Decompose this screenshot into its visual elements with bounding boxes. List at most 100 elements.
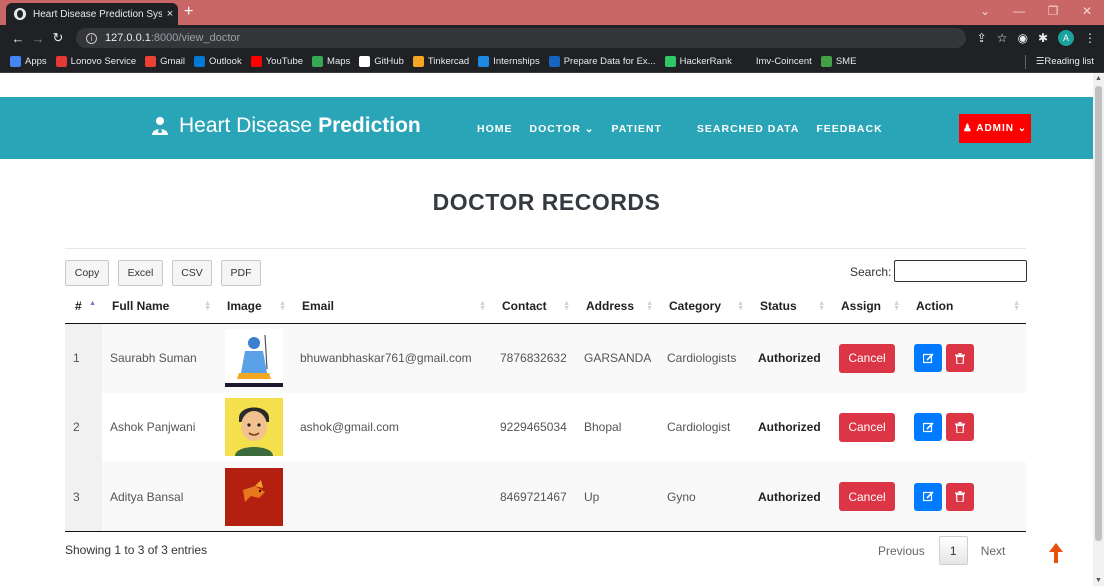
bookmarks-separator [1024, 54, 1026, 69]
col-image-header[interactable]: Image ▲ ▼ [217, 290, 292, 324]
close-window-icon[interactable]: ✕ [1070, 0, 1104, 25]
cell-address: Bhopal [584, 420, 622, 435]
search-input[interactable] [894, 260, 1027, 282]
site-brand[interactable]: Heart Disease Prediction [150, 114, 421, 138]
bookmark-favicon-icon [820, 56, 832, 67]
edit-button[interactable] [914, 344, 942, 372]
extensions-puzzle-icon[interactable]: ✱ [1038, 31, 1048, 45]
page-1-button[interactable]: 1 [938, 536, 968, 565]
copy-button[interactable]: Copy [65, 260, 109, 286]
minimize-icon[interactable]: — [1002, 0, 1036, 25]
url-input[interactable]: i 127.0.0.1:8000/view_doctor [76, 28, 966, 48]
table-row: 1 Saurabh Suman bhuwanbhaskar761@gmail.c… [65, 323, 1026, 393]
col-address-header[interactable]: Address ▲ ▼ [576, 290, 659, 324]
pagination: Previous 1 Next [878, 536, 1005, 565]
bookmark-favicon-icon [312, 56, 324, 67]
cancel-button[interactable]: Cancel [839, 482, 895, 511]
delete-button[interactable] [946, 344, 974, 372]
edit-button[interactable] [914, 482, 942, 511]
browser-menu-icon[interactable]: ⋮ [1084, 31, 1096, 45]
nav-feedback[interactable]: FEEDBACK [816, 123, 882, 135]
nav-patient[interactable]: PATIENT [612, 123, 662, 135]
tab-title: Heart Disease Prediction System [33, 8, 162, 20]
col-email-header[interactable]: Email ▲ ▼ [292, 290, 492, 324]
previous-page-button[interactable]: Previous [878, 544, 925, 558]
col-contact-header[interactable]: Contact ▲ ▼ [492, 290, 576, 324]
page-scrollbar[interactable]: ▲ ▼ [1093, 73, 1104, 586]
shiva-image [225, 329, 283, 387]
cell-full-name: Saurabh Suman [102, 323, 217, 393]
tab-close-icon[interactable]: × [162, 8, 178, 20]
col-fullname-header[interactable]: Full Name ▲ ▼ [102, 290, 217, 324]
bookmark-item[interactable]: Tinkercad [412, 56, 470, 67]
restore-icon[interactable]: ❐ [1036, 0, 1070, 25]
back-to-top-icon[interactable] [1049, 543, 1063, 568]
bookmark-favicon-icon [55, 56, 67, 67]
col-status-header[interactable]: Status ▲ ▼ [750, 290, 831, 324]
bookmarks-bar: Apps Lonovo Service Gmail Outlook YouTube Map… [0, 51, 1104, 73]
sort-icon: ▲ ▼ [1013, 300, 1020, 312]
bookmark-label: YouTube [265, 56, 304, 67]
next-page-button[interactable]: Next [981, 544, 1006, 558]
divider [65, 248, 1026, 249]
bookmark-item[interactable]: Maps [312, 56, 350, 67]
cell-status: Authorized [750, 323, 831, 393]
nav-doctor-dropdown[interactable]: DOCTOR ⌄ [530, 123, 595, 135]
bookmark-item[interactable]: Internships [478, 56, 540, 67]
delete-button[interactable] [946, 482, 974, 511]
bookmark-label: Tinkercad [427, 56, 470, 67]
new-tab-button[interactable]: + [184, 3, 193, 21]
bookmark-item[interactable]: YouTube [250, 56, 304, 67]
browser-tab[interactable]: Heart Disease Prediction System × [6, 3, 178, 25]
nav-home[interactable]: HOME [477, 123, 513, 135]
scrollbar-thumb[interactable] [1095, 86, 1102, 541]
bookmark-item[interactable]: Prepare Data for Ex... [548, 56, 656, 67]
bookmark-label: Apps [25, 56, 47, 67]
cancel-button[interactable]: Cancel [839, 412, 895, 442]
admin-dropdown-button[interactable]: ♟ ADMIN ⌄ [959, 114, 1031, 143]
nav-searched-data[interactable]: SEARCHED DATA [697, 123, 799, 135]
scroll-down-icon[interactable]: ▼ [1095, 577, 1102, 584]
reading-list-button[interactable]: ☰ Reading list [1036, 56, 1094, 67]
pdf-button[interactable]: PDF [221, 260, 261, 286]
sort-icon: ▲ ▼ [646, 300, 653, 312]
share-icon[interactable]: ⇪ [977, 31, 987, 45]
bookmark-item[interactable]: Lonovo Service [55, 56, 136, 67]
delete-button[interactable] [946, 413, 974, 442]
bookmark-label: GitHub [374, 56, 404, 67]
site-info-icon[interactable]: i [86, 32, 97, 44]
bookmark-item[interactable]: SME [820, 56, 856, 67]
col-number-header[interactable]: # ▲ [65, 290, 102, 324]
scroll-up-icon[interactable]: ▲ [1095, 75, 1102, 82]
bookmark-favicon-icon [478, 56, 490, 67]
csv-button[interactable]: CSV [172, 260, 212, 286]
back-icon[interactable]: ← [8, 31, 28, 46]
bookmark-item[interactable]: Apps [10, 56, 47, 67]
bookmark-star-icon[interactable]: ☆ [997, 31, 1008, 45]
col-action-header[interactable]: Action ▲ ▼ [906, 290, 1026, 324]
cancel-button[interactable]: Cancel [839, 343, 895, 373]
forward-icon[interactable]: → [28, 31, 48, 46]
page-content: Heart Disease Prediction HOME DOCTOR ⌄ P… [0, 73, 1093, 586]
tab-search-icon[interactable]: ⌄ [968, 0, 1002, 25]
cell-email: bhuwanbhaskar761@gmail.com [292, 323, 492, 393]
edit-icon [922, 491, 934, 502]
bookmark-item[interactable]: Imv-Coincent [740, 56, 812, 67]
bookmark-item[interactable]: Gmail [145, 56, 185, 67]
bookmark-item[interactable]: HackerRank [664, 56, 732, 67]
cell-address: Up [576, 462, 659, 532]
cell-number: 2 [65, 392, 102, 462]
table-row: 3 Aditya Bansal 8469721467 Up Gyno Autho… [65, 462, 1026, 532]
bookmark-item[interactable]: GitHub [359, 56, 404, 67]
col-assign-header[interactable]: Assign ▲ ▼ [831, 290, 906, 324]
bookmark-item[interactable]: Outlook [193, 56, 242, 67]
reload-icon[interactable]: ↻ [48, 30, 68, 46]
excel-button[interactable]: Excel [118, 260, 163, 286]
cell-contact: 8469721467 [492, 462, 576, 532]
bookmark-label: Internships [493, 56, 540, 67]
extension-g-icon[interactable]: ◉ [1017, 31, 1027, 45]
col-category-header[interactable]: Category ▲ ▼ [659, 290, 750, 324]
profile-avatar[interactable]: A [1058, 30, 1074, 46]
edit-button[interactable] [914, 413, 942, 442]
sort-icon: ▲ ▼ [563, 300, 570, 312]
